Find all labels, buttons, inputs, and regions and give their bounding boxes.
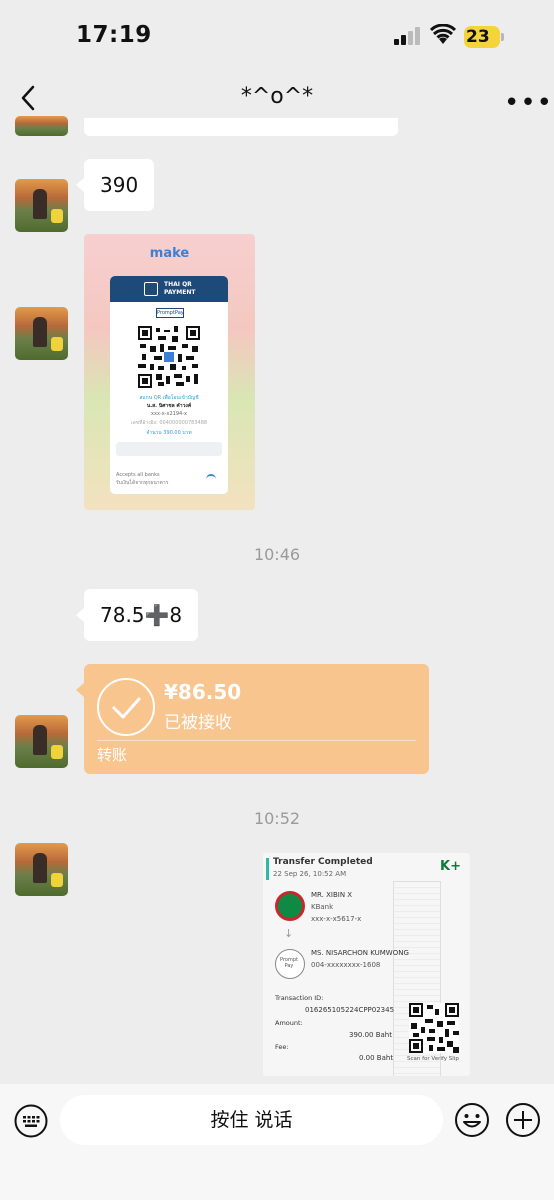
qr-scan-text: สแกน QR เพื่อโอนเข้าบัญชี [139,395,199,401]
contact-avatar[interactable] [15,843,68,896]
transfer-slip-image[interactable]: Transfer Completed 22 Sep 26, 10:52 AM K… [263,853,470,1076]
qr-head-title: THAI QR [164,281,192,288]
verify-qr-code-icon [409,1003,459,1053]
keyboard-icon[interactable] [14,1104,48,1138]
qr-accepts-text: Accepts all banks [116,472,160,478]
slip-date: 22 Sep 26, 10:52 AM [273,870,347,878]
transfer-card[interactable]: ¥86.50 已被接收 转账 [84,664,429,774]
qr-card-header: THAI QR PAYMENT [110,276,228,302]
partial-message-bubble [84,118,398,136]
promptpay-logo: PromptPay [156,308,184,318]
qr-card: THAI QR PAYMENT PromptPay สแกน QR เพื่อโ… [110,276,228,494]
slip-verify-text: Scan for Verify Slip [407,1056,459,1062]
transfer-amount: ¥86.50 [164,680,242,704]
slip-txn-id: 016265105224CPP02345 [305,1006,395,1014]
slip-to-name: MS. NISARCHON KUMWONG [311,949,409,957]
message-bubble[interactable]: 390 [84,159,155,211]
qr-payment-image[interactable]: make THAI QR PAYMENT PromptPay สแกน QR เ… [84,234,255,510]
qr-amount: จำนวน 390.00 บาท [146,430,192,436]
slip-from-account: xxx-x-x5617-x [311,915,362,923]
transfer-label: 转账 [97,746,128,764]
slip-to-account: 004-xxxxxxxx-1608 [311,961,381,969]
message-bubble[interactable]: 78.5➕8 [84,589,199,641]
slip-from-name: MR. XIBIN X [311,891,353,899]
slip-amount-label: Amount: [275,1019,303,1027]
bubble-tail [76,683,84,697]
wifi-icon [430,24,456,44]
qr-accepts-th-text: รับเงินได้จากทุกธนาคาร [116,480,169,486]
contact-avatar[interactable] [15,307,68,360]
status-time: 17:19 [76,22,152,48]
kbank-logo-icon [275,891,305,921]
contact-avatar[interactable] [15,179,68,232]
chat-title: *^o^* [240,84,314,109]
cellular-signal-icon [394,27,420,45]
contact-avatar[interactable] [15,116,68,136]
slip-fee-label: Fee: [275,1043,289,1051]
qr-comment-box [116,442,222,456]
thai-qr-icon [144,282,158,296]
slip-txn-label: Transaction ID: [275,994,324,1002]
emoji-icon[interactable] [454,1102,490,1138]
qr-reference: เลขที่อ้างอิง: 004000000783488 [130,420,208,426]
bubble-tail [76,608,84,622]
qr-payee-name: น.ส. นิศาชล คำวงค์ [146,403,192,409]
battery-level: 23 [466,27,490,47]
hold-to-talk-button[interactable]: 按住 说话 [60,1095,443,1145]
checkmark-circle-icon [97,678,155,736]
slip-fee: 0.00 Baht [359,1054,394,1062]
kplus-logo: K+ [440,859,461,874]
qr-code-icon [138,326,200,388]
slip-amount: 390.00 Baht [349,1031,392,1039]
make-small-logo [206,474,216,484]
promptpay-icon-label: Prompt Pay [280,957,298,969]
slip-accent-bar [266,858,269,880]
bubble-tail [76,178,84,192]
transfer-divider [97,740,416,741]
arrow-down-icon: ↓ [284,927,294,940]
battery-nub [501,33,504,41]
slip-title: Transfer Completed [273,857,373,867]
transfer-status: 已被接收 [164,713,232,733]
qr-brand-logo: make [149,246,190,261]
timestamp: 10:52 [253,809,301,828]
qr-head-sub: PAYMENT [164,289,196,296]
slip-from-bank: KBank [311,903,334,911]
timestamp: 10:46 [253,545,301,564]
more-options-icon[interactable]: ••• [504,88,553,118]
contact-avatar[interactable] [15,715,68,768]
qr-account: xxx-x-x2194-x [151,411,187,417]
plus-icon[interactable] [505,1102,541,1138]
